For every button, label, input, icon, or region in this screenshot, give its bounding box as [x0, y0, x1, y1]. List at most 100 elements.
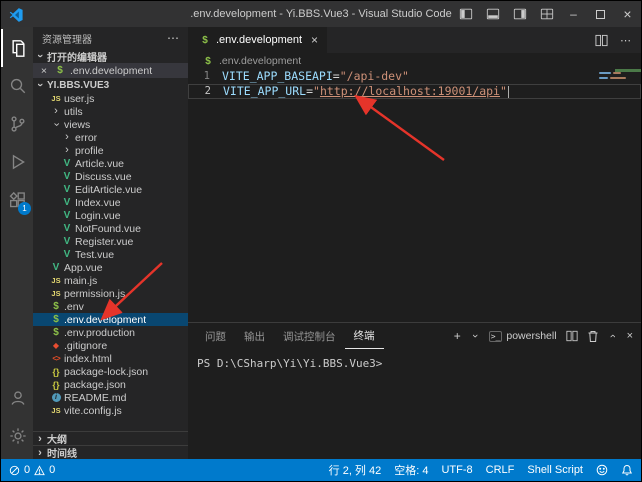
language-mode[interactable]: Shell Script [527, 464, 583, 476]
split-editor-icon[interactable] [595, 34, 608, 47]
toggle-sidebar-icon[interactable] [452, 1, 479, 27]
terminal-output[interactable]: PS D:\CSharp\Yi\Yi.BBS.Vue3> [188, 349, 641, 459]
minimize-button[interactable]: – [560, 1, 587, 27]
tree-item-.env.development[interactable]: $.env.development [33, 313, 188, 326]
tree-item-permission.js[interactable]: JSpermission.js [33, 287, 188, 300]
encoding[interactable]: UTF-8 [441, 464, 472, 476]
toggle-panel-icon[interactable] [479, 1, 506, 27]
chevron-right-icon: › [59, 131, 75, 144]
outline-section-header[interactable]: › 大纲 [33, 431, 188, 445]
maximize-panel-icon[interactable]: › [608, 331, 618, 341]
minimap[interactable] [595, 69, 641, 322]
vue-icon: V [59, 222, 75, 235]
problems-status[interactable]: 0 0 [9, 464, 55, 476]
tree-item-.env.production[interactable]: $.env.production [33, 326, 188, 339]
vue-icon: V [59, 183, 75, 196]
maximize-button[interactable] [587, 1, 614, 27]
panel-actions: + › >_ powershell › × [454, 323, 633, 349]
sidebar-more-actions-icon[interactable]: ⋯ [167, 31, 179, 45]
tree-item-label: .env [64, 301, 84, 313]
tree-item-Login.vue[interactable]: VLogin.vue [33, 209, 188, 222]
tree-item-.gitignore[interactable]: ◆.gitignore [33, 339, 188, 352]
tree-item-Article.vue[interactable]: VArticle.vue [33, 157, 188, 170]
tree-item-Register.vue[interactable]: VRegister.vue [33, 235, 188, 248]
customize-layout-icon[interactable] [533, 1, 560, 27]
tree-item-label: .gitignore [64, 340, 107, 352]
code-editor-area: 1VITE_APP_BASEAPI="/api-dev"2VITE_APP_UR… [188, 69, 641, 322]
tree-item-package.json[interactable]: {}package.json [33, 378, 188, 391]
vue-icon: V [59, 157, 75, 170]
open-editors-header[interactable]: › 打开的编辑器 [33, 49, 188, 63]
code-line-2[interactable]: 2VITE_APP_URL="http://localhost:19001/ap… [188, 84, 641, 99]
panel-tab-调试控制台[interactable]: 调试控制台 [274, 323, 345, 349]
project-root-header[interactable]: › YI.BBS.VUE3 [33, 78, 188, 92]
tree-item-label: main.js [64, 275, 97, 287]
tree-item-profile[interactable]: ›profile [33, 144, 188, 157]
editor-group: $ .env.development × ⋯ $ .env.developmen… [188, 27, 641, 459]
explorer-icon[interactable] [1, 29, 33, 67]
eol-sequence[interactable]: CRLF [486, 464, 515, 476]
js-icon: JS [48, 92, 64, 105]
account-icon[interactable] [1, 379, 33, 417]
status-bar-right: 行 2, 列 42 空格: 4 UTF-8 CRLF Shell Script [329, 462, 633, 478]
tree-item-label: profile [75, 145, 104, 157]
tree-item-label: Discuss.vue [75, 171, 132, 183]
env-file-icon: $ [197, 34, 213, 47]
tree-item-label: user.js [64, 93, 94, 105]
tree-item-Discuss.vue[interactable]: VDiscuss.vue [33, 170, 188, 183]
terminal-dropdown-icon[interactable]: › [470, 331, 480, 341]
env-file-icon: $ [200, 55, 216, 68]
tree-item-Test.vue[interactable]: VTest.vue [33, 248, 188, 261]
search-icon[interactable] [1, 67, 33, 105]
terminal-instance[interactable]: >_ powershell [489, 330, 557, 342]
code-editor: 1VITE_APP_BASEAPI="/api-dev"2VITE_APP_UR… [188, 69, 641, 99]
close-button[interactable]: × [614, 1, 641, 27]
close-panel-icon[interactable]: × [627, 330, 633, 342]
json-icon: {} [48, 365, 64, 378]
timeline-label: 时间线 [47, 445, 77, 459]
kill-terminal-icon[interactable] [587, 330, 599, 343]
tree-item-vite.config.js[interactable]: JSvite.config.js [33, 404, 188, 417]
panel-tab-终端[interactable]: 终端 [345, 323, 384, 349]
panel-tab-输出[interactable]: 输出 [235, 323, 274, 349]
run-debug-icon[interactable] [1, 143, 33, 181]
tree-item-main.js[interactable]: JSmain.js [33, 274, 188, 287]
notifications-bell-icon[interactable] [621, 464, 633, 476]
error-icon [9, 465, 20, 476]
chevron-down-icon: › [35, 80, 45, 90]
close-icon[interactable]: × [38, 65, 50, 77]
code-line-1[interactable]: 1VITE_APP_BASEAPI="/api-dev" [188, 69, 641, 84]
new-terminal-icon[interactable]: + [454, 329, 461, 343]
tree-item-.env[interactable]: $.env [33, 300, 188, 313]
extensions-icon[interactable]: 1 [1, 181, 33, 219]
tree-item-App.vue[interactable]: VApp.vue [33, 261, 188, 274]
tree-item-label: views [64, 119, 90, 131]
feedback-smiley-icon[interactable] [596, 464, 608, 476]
tree-item-package-lock.json[interactable]: {}package-lock.json [33, 365, 188, 378]
cursor-position[interactable]: 行 2, 列 42 [329, 462, 382, 478]
toggle-secondary-sidebar-icon[interactable] [506, 1, 533, 27]
more-actions-icon[interactable]: ⋯ [620, 34, 631, 47]
env-icon: $ [48, 313, 64, 326]
tree-item-EditArticle.vue[interactable]: VEditArticle.vue [33, 183, 188, 196]
tree-item-index.html[interactable]: <>index.html [33, 352, 188, 365]
tree-item-user.js[interactable]: JSuser.js [33, 92, 188, 105]
tree-item-README.md[interactable]: iREADME.md [33, 391, 188, 404]
tree-item-utils[interactable]: ›utils [33, 105, 188, 118]
tree-item-error[interactable]: ›error [33, 131, 188, 144]
vue-icon: V [59, 170, 75, 183]
settings-gear-icon[interactable] [1, 417, 33, 455]
open-editor-item[interactable]: × $ .env.development [33, 63, 188, 78]
source-control-icon[interactable] [1, 105, 33, 143]
tree-item-views[interactable]: ›views [33, 118, 188, 131]
tree-item-label: Register.vue [75, 236, 133, 248]
tree-item-NotFound.vue[interactable]: VNotFound.vue [33, 222, 188, 235]
panel-tab-问题[interactable]: 问题 [196, 323, 235, 349]
split-terminal-icon[interactable] [566, 330, 578, 342]
breadcrumb[interactable]: $ .env.development [188, 53, 641, 69]
tree-item-Index.vue[interactable]: VIndex.vue [33, 196, 188, 209]
close-tab-icon[interactable]: × [311, 33, 318, 47]
tab-env-development[interactable]: $ .env.development × [188, 27, 327, 53]
timeline-section-header[interactable]: › 时间线 [33, 445, 188, 459]
indentation[interactable]: 空格: 4 [394, 462, 428, 478]
